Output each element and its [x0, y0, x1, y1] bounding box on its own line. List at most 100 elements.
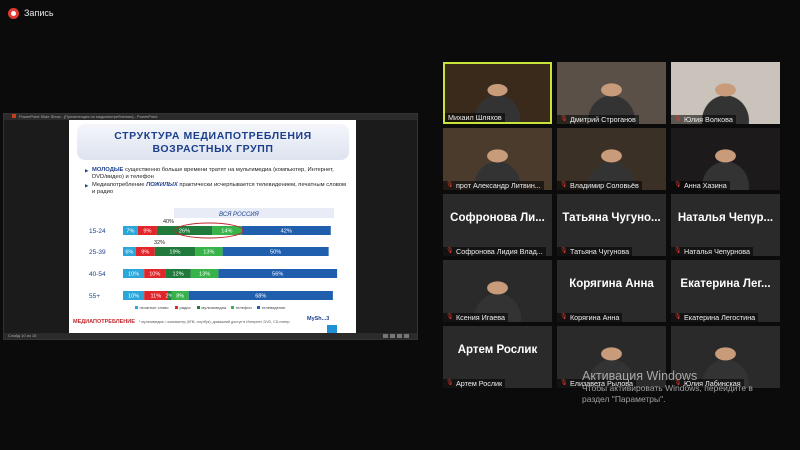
category-label: 25-39	[89, 249, 106, 256]
data-label: 8%	[176, 294, 184, 300]
mic-muted-icon: 🎙	[560, 314, 568, 320]
participant-name-display: Татьяна Чугуно...	[562, 212, 661, 224]
participant-tile[interactable]: 🎙 Анна Хазина	[671, 128, 780, 190]
participant-tile[interactable]: Софронова Ли... 🎙 Софронова Лидия Влад...	[443, 194, 552, 256]
legend-label: телевидение	[262, 305, 287, 310]
participant-name-display: Корягина Анна	[569, 278, 654, 290]
participant-name: Анна Хазина	[684, 181, 727, 190]
view-controls	[383, 334, 409, 338]
record-icon[interactable]	[8, 7, 19, 19]
participant-name: Татьяна Чугунова	[570, 247, 630, 256]
data-label: 11%	[150, 294, 161, 300]
participant-tile[interactable]: Артем Рослик 🎙 Артем Рослик	[443, 326, 552, 388]
slide-footnote: * мультимедиа = компьютер (КПК, ноутбук)…	[139, 320, 290, 324]
reading-view-icon[interactable]	[397, 334, 402, 338]
mic-muted-icon: 🎙	[446, 380, 454, 386]
mic-muted-icon: 🎙	[674, 182, 682, 188]
watermark-line2: раздел "Параметры".	[582, 394, 666, 404]
media-consumption-chart: ВСЯ РОССИЯ 15-24 7% 9% 26% 14% 42% 25-39 6% 9% 19%…	[89, 208, 338, 310]
participant-tile[interactable]: Михаил Шляхов	[443, 62, 552, 124]
data-label: 50%	[270, 250, 281, 256]
mic-muted-icon: 🎙	[674, 248, 682, 254]
mic-muted-icon: 🎙	[560, 248, 568, 254]
mic-muted-icon: 🎙	[674, 314, 682, 320]
legend-swatch	[135, 306, 138, 309]
participant-name-bar: 🎙 Владимир Соловьёв	[557, 181, 642, 190]
participant-name-display: Артем Рослик	[457, 344, 538, 356]
participant-name: Софронова Лидия Влад...	[456, 247, 543, 256]
legend-swatch	[197, 306, 200, 309]
mic-muted-icon: 🎙	[560, 380, 568, 386]
participant-name-display: Софронова Ли...	[450, 212, 545, 224]
mic-muted-icon: 🎙	[446, 182, 454, 188]
participant-name-display: Екатерина Лег...	[680, 278, 771, 290]
data-label: 26%	[179, 229, 190, 235]
shared-status-bar: Слайд 10 из 15	[4, 333, 417, 339]
chart-title: ВСЯ РОССИЯ	[219, 212, 260, 218]
participant-tile[interactable]: Корягина Анна 🎙 Корягина Анна	[557, 260, 666, 322]
data-label: 56%	[272, 272, 283, 278]
participant-tile[interactable]: 🎙 прот Александр Литвин...	[443, 128, 552, 190]
participant-name-bar: 🎙 Дмитрий Строганов	[557, 115, 639, 124]
participant-name-bar: 🎙 прот Александр Литвин...	[443, 181, 544, 190]
participant-name-bar: 🎙 Юлия Волкова	[671, 115, 736, 124]
participant-tile[interactable]: 🎙 Дмитрий Строганов	[557, 62, 666, 124]
data-label: 9%	[141, 250, 149, 256]
watermark-title: Активация Windows	[582, 369, 698, 383]
legend-label: телефон	[236, 305, 252, 310]
legend-label: радио	[180, 305, 192, 310]
data-label: 68%	[255, 294, 266, 300]
participant-name: Екатерина Легостина	[684, 313, 756, 322]
data-label: 12%	[173, 272, 184, 278]
participant-name: прот Александр Литвин...	[456, 181, 541, 190]
data-label: 13%	[199, 272, 210, 278]
participant-name-bar: 🎙 Наталья Чепурнова	[671, 247, 753, 256]
participant-tile[interactable]: Екатерина Лег... 🎙 Екатерина Легостина	[671, 260, 780, 322]
powerpoint-icon	[12, 114, 16, 118]
participant-name: Михаил Шляхов	[448, 113, 502, 122]
participant-tile[interactable]: 🎙 Владимир Соловьёв	[557, 128, 666, 190]
slide-logo: MySh...3	[307, 316, 330, 322]
normal-view-icon[interactable]	[383, 334, 388, 338]
category-label: 15-24	[89, 228, 106, 235]
mic-muted-icon: 🎙	[674, 116, 682, 122]
shared-window-title-text: PowerPoint Slide Show - [Презентация по …	[19, 114, 158, 119]
watermark-line1: Чтобы активировать Windows, перейдите в	[582, 383, 753, 393]
participant-name: Артем Рослик	[456, 379, 503, 388]
slide-footer: МЕДИАПОТРЕБЛЕНИЕ	[73, 319, 135, 325]
data-label: 10%	[128, 294, 139, 300]
mic-muted-icon: 🎙	[446, 248, 454, 254]
slide-sorter-icon[interactable]	[390, 334, 395, 338]
screen-share-view[interactable]: PowerPoint Slide Show - [Презентация по …	[3, 113, 418, 340]
legend-swatch	[231, 306, 234, 309]
data-label: 10%	[128, 272, 139, 278]
category-label: 40-54	[89, 271, 106, 278]
participant-name-bar: 🎙 Ксения Игаева	[443, 313, 509, 322]
participant-name-bar: 🎙 Артем Рослик	[443, 379, 506, 388]
participant-tile[interactable]: Татьяна Чугуно... 🎙 Татьяна Чугунова	[557, 194, 666, 256]
participant-name: Юлия Волкова	[684, 115, 733, 124]
presentation-slide: СТРУКТУРА МЕДИАПОТРЕБЛЕНИЯ ВОЗРАСТНЫХ ГР…	[69, 120, 356, 333]
data-label: 13%	[203, 250, 214, 256]
participant-name: Владимир Соловьёв	[570, 181, 639, 190]
slideshow-icon[interactable]	[404, 334, 409, 338]
participant-name-bar: 🎙 Софронова Лидия Влад...	[443, 247, 546, 256]
participant-name: Ксения Игаева	[456, 313, 506, 322]
category-label: 55+	[89, 293, 100, 300]
recording-label: Запись	[24, 8, 54, 18]
participant-name-bar: 🎙 Анна Хазина	[671, 181, 730, 190]
legend-label: мультимедиа	[202, 305, 227, 310]
participant-tile[interactable]: Наталья Чепур... 🎙 Наталья Чепурнова	[671, 194, 780, 256]
participant-tile[interactable]: 🎙 Ксения Игаева	[443, 260, 552, 322]
participant-name: Дмитрий Строганов	[570, 115, 636, 124]
legend-swatch	[175, 306, 178, 309]
windows-activation-watermark: Активация Windows Чтобы активировать Win…	[582, 369, 792, 405]
mic-muted-icon: 🎙	[446, 314, 454, 320]
participant-name: Корягина Анна	[570, 313, 620, 322]
data-label: 14%	[221, 229, 232, 235]
participant-name-bar: 🎙 Татьяна Чугунова	[557, 247, 633, 256]
participant-tile[interactable]: 🎙 Юлия Волкова	[671, 62, 780, 124]
slide-counter: Слайд 10 из 15	[8, 333, 37, 338]
participant-name-bar: Михаил Шляхов	[445, 113, 505, 122]
participant-name-bar: 🎙 Корягина Анна	[557, 313, 623, 322]
